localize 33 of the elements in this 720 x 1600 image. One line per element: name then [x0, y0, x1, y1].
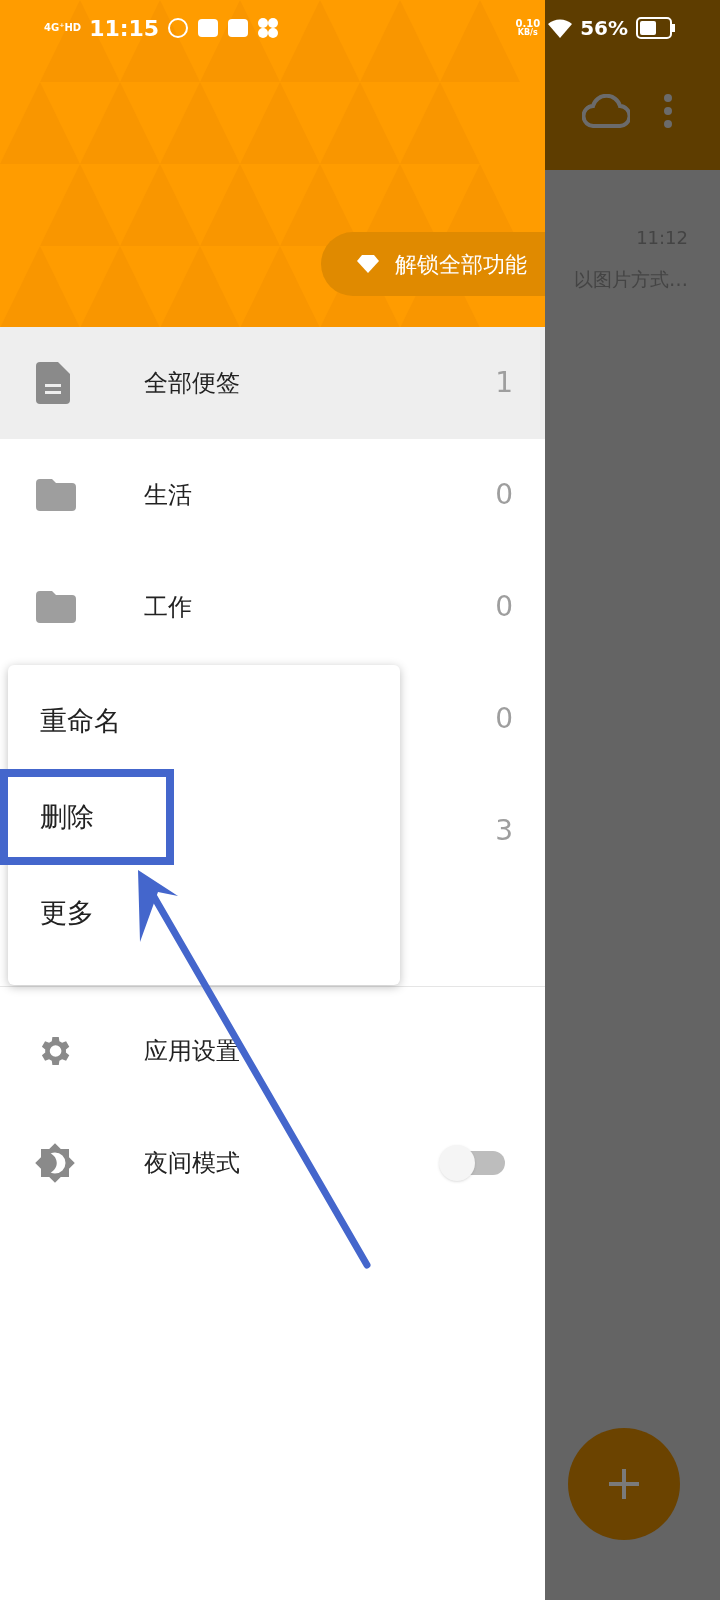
speed-unit: KB/s: [517, 29, 538, 37]
plus-icon: [609, 1469, 639, 1499]
bag-icon: [227, 17, 250, 39]
fan-icon: [257, 17, 280, 39]
more-icon[interactable]: [664, 94, 672, 128]
note-count: 0: [495, 477, 513, 513]
network-indicator: 4G⁺HD: [44, 23, 82, 33]
status-time: 11:15: [89, 14, 160, 43]
folder-item[interactable]: 全部便签 1: [0, 327, 545, 439]
folder-name: 全部便签: [144, 368, 240, 399]
note-count: 0: [495, 701, 513, 737]
folder-name: 工作: [144, 592, 192, 623]
folder-icon: [36, 591, 76, 623]
diamond-icon: [357, 255, 379, 273]
note-count: 1: [495, 365, 513, 401]
document-icon: [36, 362, 70, 404]
night-mode-toggle[interactable]: [439, 1145, 505, 1181]
battery-percent: 56%: [580, 15, 628, 42]
brightness-icon: [34, 1142, 76, 1184]
data-transfer-icon: [167, 17, 190, 39]
setting-label[interactable]: 夜间模式: [144, 1145, 240, 1181]
menu-item[interactable]: 重命名: [8, 673, 193, 769]
wifi-icon: [548, 18, 573, 38]
note-count: 0: [495, 589, 513, 625]
battery-icon: [636, 17, 676, 39]
menu-item[interactable]: 删除: [0, 769, 174, 865]
note-count: 3: [495, 813, 513, 849]
bag-icon: [197, 17, 220, 39]
folder-icon: [36, 479, 76, 511]
cloud-sync-icon[interactable]: [582, 94, 630, 128]
menu-item[interactable]: 更多: [8, 865, 166, 961]
folder-name: 生活: [144, 480, 192, 511]
network-speed: 0.10: [515, 19, 541, 29]
